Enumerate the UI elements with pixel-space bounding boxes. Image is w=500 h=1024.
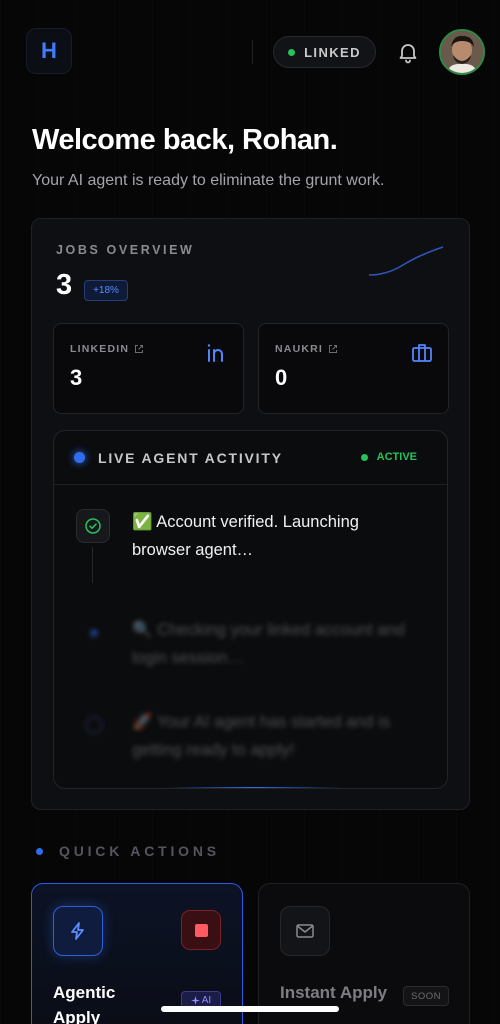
panel-glow-line [164, 787, 344, 788]
agentic-apply-card[interactable]: Agentic Apply AI [31, 883, 243, 1024]
naukri-stat-value: 0 [275, 365, 288, 390]
ring-icon [85, 716, 103, 734]
user-avatar[interactable] [439, 29, 485, 75]
jobs-change-badge: +18% [84, 280, 128, 301]
live-activity-header: LIVE AGENT ACTIVITY ACTIVE [54, 431, 447, 485]
ai-badge-label: AI [201, 994, 212, 1006]
linked-status-label: LINKED [304, 44, 361, 60]
bell-icon[interactable] [396, 40, 420, 64]
jobs-overview-label: JOBS OVERVIEW [56, 243, 195, 257]
naukri-label-text: NAUKRI [275, 343, 324, 355]
dot-icon [90, 629, 98, 637]
sparkline-icon [368, 246, 444, 276]
activity-step-text: 🔍 Checking your linked account and login… [132, 621, 405, 667]
instant-apply-card[interactable]: Instant Apply SOON [258, 883, 470, 1024]
page-subtitle: Your AI agent is ready to eliminate the … [32, 172, 385, 189]
stop-button[interactable] [181, 910, 221, 950]
quick-actions-header: QUICK ACTIONS [36, 843, 220, 859]
logo-letter: H [41, 38, 57, 63]
naukri-stat-label: NAUKRI [275, 343, 338, 355]
briefcase-icon [412, 344, 432, 362]
linkedin-stat-card[interactable]: LINKEDIN 3 [53, 323, 244, 414]
mail-icon [280, 906, 330, 956]
header-divider [252, 40, 253, 64]
agent-status-dot [360, 453, 368, 461]
linkedin-label-text: LINKEDIN [70, 343, 130, 355]
check-circle-icon [76, 509, 110, 543]
quick-actions-dot [36, 847, 43, 855]
linkedin-stat-value: 3 [70, 365, 83, 390]
timeline-connector [92, 547, 93, 583]
linked-status-dot [288, 48, 296, 56]
external-link-icon[interactable] [328, 344, 338, 354]
activity-step-text: 🚀 Your AI agent has started and is getti… [132, 713, 391, 759]
naukri-stat-card[interactable]: NAUKRI 0 [258, 323, 449, 414]
avatar-photo [441, 31, 483, 73]
home-indicator[interactable] [161, 1006, 339, 1012]
agent-status: ACTIVE [360, 451, 417, 463]
jobs-overview-total: 3 [56, 269, 73, 301]
quick-actions-label: QUICK ACTIONS [59, 843, 220, 859]
live-activity-title: LIVE AGENT ACTIVITY [98, 450, 283, 466]
bolt-icon [53, 906, 103, 956]
agentic-apply-title: Agentic Apply [53, 983, 116, 1024]
activity-step-text: ✅ Account verified. Launching browser ag… [132, 513, 359, 559]
app-header: H LINKED [26, 26, 486, 78]
agent-status-label: ACTIVE [376, 451, 417, 463]
app-logo[interactable]: H [26, 28, 72, 74]
sparkle-icon [190, 995, 200, 1005]
live-agent-activity-panel: LIVE AGENT ACTIVITY ACTIVE ✅ Account ver… [53, 430, 448, 789]
soon-badge: SOON [403, 986, 449, 1006]
jobs-overview-card: JOBS OVERVIEW 3 +18% LINKEDIN 3 NAUKRI 0… [31, 218, 470, 810]
linkedin-stat-label: LINKEDIN [70, 343, 144, 355]
stop-icon [194, 923, 208, 937]
external-link-icon[interactable] [134, 344, 144, 354]
linked-status-pill[interactable]: LINKED [273, 36, 376, 68]
page-title: Welcome back, Rohan. [32, 124, 338, 156]
instant-apply-title: Instant Apply [280, 983, 388, 1002]
live-indicator-dot [74, 452, 85, 463]
linkedin-icon [207, 344, 223, 362]
